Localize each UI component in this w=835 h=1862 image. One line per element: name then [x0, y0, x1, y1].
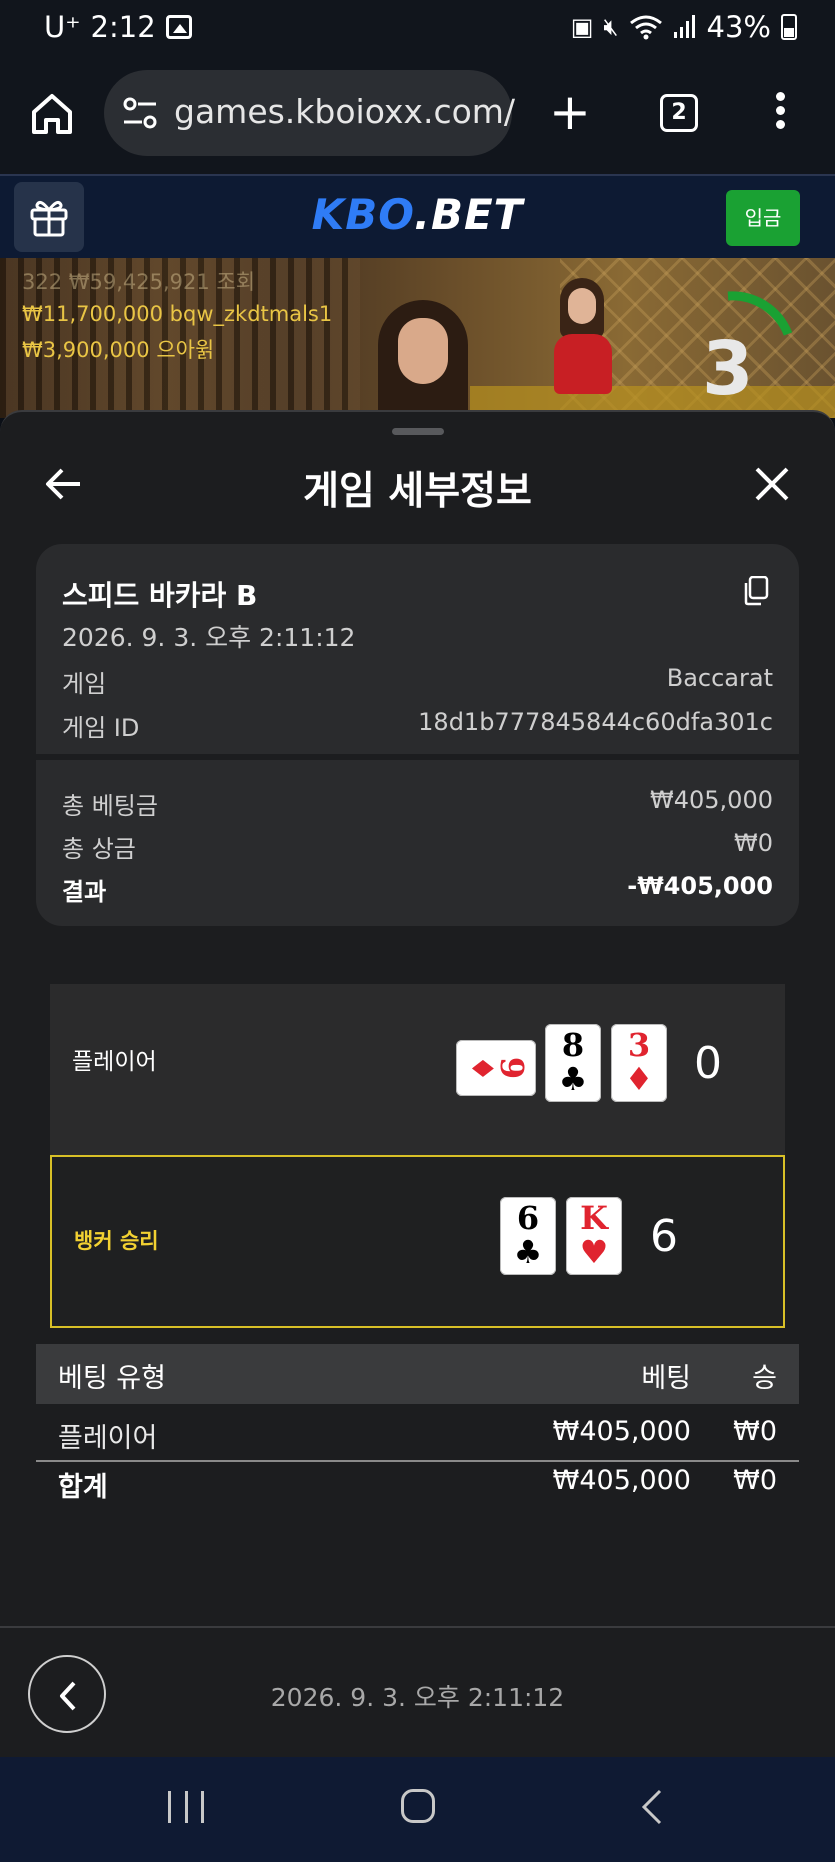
header-bet: 베팅	[641, 1363, 691, 1394]
game-id-value: 18d1b777845844c60dfa301c	[418, 708, 773, 736]
banker-hand-row: 뱅커 승리 6 ♣ K ♥ 6	[50, 1155, 785, 1328]
game-value: Baccarat	[666, 664, 773, 692]
total-bet-label: 총 베팅금	[62, 792, 158, 820]
bet-row-type: 플레이어	[58, 1423, 158, 1454]
logo-kbo: KBO	[311, 190, 415, 239]
total-row-win: ₩0	[733, 1465, 777, 1496]
playing-card: 8 ♣	[545, 1024, 601, 1102]
mute-icon: 🔇︎	[603, 13, 619, 41]
winner-ticker: ₩11,700,000 bqw_zkdtmals1	[22, 302, 333, 326]
player-score: 0	[694, 1038, 722, 1089]
card-rank: 6	[516, 1199, 540, 1237]
card-suit: ♣	[558, 1060, 588, 1098]
bet-row-win: ₩0	[733, 1416, 777, 1447]
wifi-icon	[629, 15, 662, 40]
clock: 2:12	[90, 10, 156, 44]
card-rank: 3	[627, 1026, 651, 1064]
player-hand-row: 플레이어 ♦ 9 8 ♣ 3 ♦ 0	[50, 984, 785, 1155]
address-bar[interactable]: games.kboioxx.com/	[104, 70, 516, 156]
system-nav-bar	[0, 1757, 835, 1862]
bet-row-amount: ₩405,000	[552, 1416, 691, 1447]
card-suit: ♦	[624, 1060, 654, 1098]
carrier-label: U⁺	[44, 10, 81, 44]
back-nav-icon[interactable]	[640, 1787, 664, 1827]
countdown-timer: 3	[702, 326, 754, 412]
game-summary-card: 스피드 바카라 B 2026. 9. 3. 오후 2:11:12 게임 Bacc…	[36, 544, 799, 926]
url-text: games.kboioxx.com/	[174, 92, 516, 131]
footer-datetime: 2026. 9. 3. 오후 2:11:12	[270, 1683, 565, 1712]
card-rank: 9	[493, 1056, 532, 1080]
copy-icon[interactable]	[743, 576, 769, 606]
total-prize-value: ₩0	[734, 829, 773, 857]
home-icon[interactable]	[28, 90, 76, 138]
new-tab-plus-icon[interactable]: +	[548, 87, 592, 137]
banker-score: 6	[650, 1211, 678, 1262]
playing-card: K ♥	[566, 1197, 622, 1275]
battery-percent: 43%	[706, 10, 771, 44]
tab-switcher-button[interactable]: 2	[660, 94, 698, 132]
playing-card: ♦ 9	[456, 1040, 536, 1096]
sheet-drag-handle[interactable]	[392, 428, 444, 435]
header-bet-type: 베팅 유형	[58, 1363, 166, 1394]
gallery-icon	[165, 15, 192, 39]
game-detail-sheet: 게임 세부정보 스피드 바카라 B 2026. 9. 3. 오후 2:11:12…	[0, 410, 835, 1757]
dealer-image	[378, 300, 468, 418]
nfc-icon: ▣	[570, 13, 594, 41]
recent-apps-icon[interactable]	[168, 1791, 204, 1823]
total-prize-label: 총 상금	[62, 835, 136, 863]
result-label: 결과	[62, 878, 107, 906]
card-suit: ♣	[513, 1233, 543, 1271]
banker-win-label: 뱅커 승리	[74, 1229, 159, 1253]
result-value: -₩405,000	[627, 872, 773, 900]
close-icon[interactable]	[752, 464, 792, 504]
total-bet-value: ₩405,000	[650, 786, 773, 814]
card-rank: 8	[561, 1026, 585, 1064]
game-id-label: 게임 ID	[62, 714, 140, 742]
browser-toolbar: games.kboioxx.com/ + 2	[0, 56, 835, 174]
more-menu-icon[interactable]	[772, 92, 788, 136]
playing-card: 3 ♦	[611, 1024, 667, 1102]
site-settings-icon[interactable]	[122, 96, 158, 130]
total-row-bet: ₩405,000	[552, 1465, 691, 1496]
playing-card: 6 ♣	[500, 1197, 556, 1275]
winner-ticker: ₩3,900,000 으아윍	[22, 338, 215, 362]
dealer-image-secondary	[548, 278, 618, 398]
game-title: 스피드 바카라 B	[62, 579, 258, 612]
player-label: 플레이어	[72, 1049, 157, 1075]
site-logo[interactable]: KBO.BET	[0, 190, 835, 239]
status-bar: U⁺ 2:12 ▣ 🔇︎ 43%	[0, 0, 835, 56]
site-header: KBO.BET 입금	[0, 174, 835, 258]
total-row-label: 합계	[58, 1472, 108, 1503]
winner-ticker-faded: 322 ₩59,425,921 조회	[22, 270, 256, 294]
live-game-banner[interactable]: 322 ₩59,425,921 조회 ₩11,700,000 bqw_zkdtm…	[0, 258, 835, 418]
bet-table-header: 베팅 유형 베팅 승	[36, 1344, 799, 1404]
deposit-button[interactable]: 입금	[726, 190, 800, 246]
game-datetime: 2026. 9. 3. 오후 2:11:12	[62, 623, 356, 652]
card-suit: ♥	[579, 1233, 609, 1271]
game-label: 게임	[62, 670, 107, 698]
logo-bet: .BET	[414, 190, 524, 239]
header-win: 승	[752, 1363, 777, 1394]
sheet-title: 게임 세부정보	[303, 469, 532, 514]
battery-icon	[781, 14, 797, 40]
card-rank: K	[580, 1199, 608, 1237]
home-nav-icon[interactable]	[401, 1789, 435, 1823]
signal-icon	[673, 15, 695, 38]
